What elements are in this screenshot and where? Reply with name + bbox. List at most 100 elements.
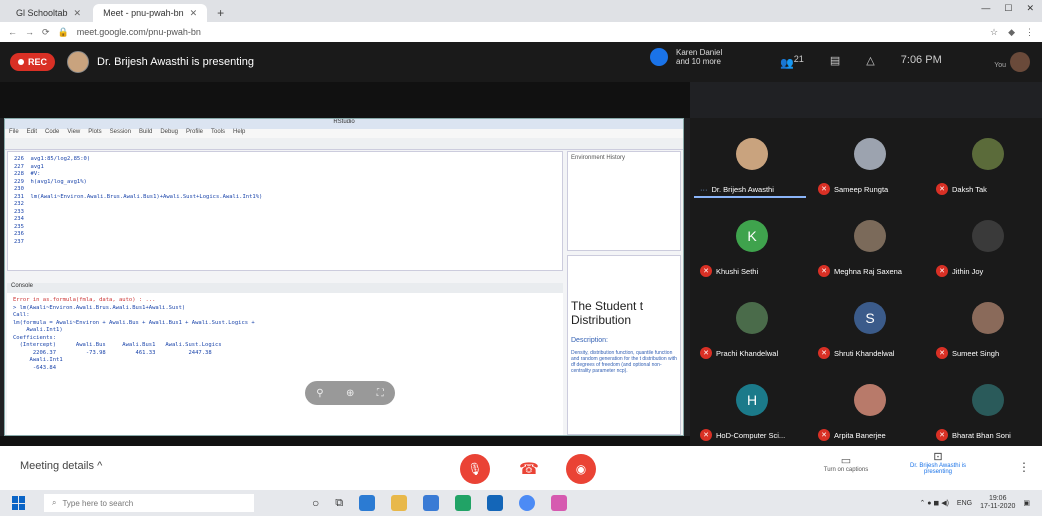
mic-off-icon: ✕ <box>936 347 948 359</box>
new-tab-button[interactable]: + <box>209 4 232 22</box>
forward-icon[interactable]: → <box>25 27 34 37</box>
participant-name-row: ✕ Bharat Bhan Soni <box>936 428 1011 442</box>
participant-tile[interactable]: ✕ Bharat Bhan Soni <box>930 374 1042 456</box>
participant-name: Sameep Rungta <box>834 184 889 194</box>
task-view-icon[interactable]: ⧉ <box>335 497 343 510</box>
mic-off-button[interactable]: 🎙 <box>460 454 490 484</box>
mic-off-icon: ✕ <box>818 183 830 195</box>
close-window-icon[interactable]: ✕ <box>1026 3 1034 14</box>
console-line: Awali.Int1) <box>13 327 63 333</box>
fullscreen-icon[interactable]: ⛶ <box>377 388 384 399</box>
meeting-details-button[interactable]: Meeting details ^ <box>20 460 102 472</box>
close-tab-icon[interactable]: ✕ <box>74 8 82 19</box>
cortana-icon[interactable]: ○ <box>312 496 319 510</box>
code-line: 236 <box>14 231 24 237</box>
clock[interactable]: 19:06 17-11-2020 <box>980 495 1015 511</box>
participant-count: 21 <box>793 54 804 64</box>
maximize-icon[interactable]: ☐ <box>1004 3 1012 14</box>
code-line: 234 <box>14 216 24 222</box>
participant-tile[interactable]: ··· Dr. Brijesh Awasthi <box>694 128 812 210</box>
help-description-heading: Description: <box>571 337 608 344</box>
browser-tab-2[interactable]: Meet - pnu-pwah-bn ✕ <box>93 4 208 22</box>
participant-avatar: K <box>736 220 768 252</box>
presentation-margin-bottom <box>0 436 690 446</box>
end-call-button[interactable]: ☎ <box>514 454 544 484</box>
chrome-icon[interactable] <box>519 495 536 511</box>
clock-time: 7:06 PM <box>900 54 942 66</box>
taskbar-search[interactable]: ⌕ Type here to search <box>44 494 254 512</box>
extension-icon[interactable]: ◆ <box>1008 27 1015 38</box>
participant-tile[interactable]: ✕ Jithin Joy <box>930 210 1042 292</box>
participant-tile[interactable]: S ✕ Shruti Khandelwal <box>812 292 930 374</box>
participant-tile[interactable]: H ✕ HoD-Computer Sci... <box>694 374 812 456</box>
zoom-icon[interactable]: ⊕ <box>346 388 354 399</box>
other-participants[interactable]: Karen Daniel and 10 more <box>650 48 722 66</box>
star-icon[interactable]: ☆ <box>990 27 998 38</box>
speaking-icon: ··· <box>700 184 708 194</box>
language-indicator[interactable]: ENG <box>957 500 972 507</box>
participant-avatar <box>736 138 768 170</box>
participant-avatar <box>972 138 1004 170</box>
meeting-details-label: Meeting details <box>20 460 94 472</box>
rstudio-toolbar <box>5 138 683 150</box>
notification-icon[interactable]: ▣ <box>1023 499 1030 507</box>
clock-date: 17-11-2020 <box>980 503 1016 510</box>
participant-tile[interactable]: ✕ Sumeet Singh <box>930 292 1042 374</box>
file-explorer-icon[interactable] <box>391 495 408 511</box>
you-label: You <box>994 62 1006 69</box>
window-controls: — ☐ ✕ <box>981 3 1034 14</box>
participant-name-row: ✕ Prachi Khandelwal <box>700 346 778 360</box>
captions-button[interactable]: ▭ Turn on captions <box>820 454 872 473</box>
self-avatar[interactable] <box>1010 52 1030 72</box>
app-icon[interactable] <box>551 495 568 511</box>
participant-name-row: ✕ Meghna Raj Saxena <box>818 264 902 278</box>
windows-start-icon[interactable] <box>12 496 26 510</box>
system-tray: ⌃ ● ◼ ◀) ENG 19:06 17-11-2020 ▣ <box>919 495 1030 511</box>
participant-name-row: ✕ Shruti Khandelwal <box>818 346 894 360</box>
browser-tab-1[interactable]: Gl Schooltab ✕ <box>6 4 91 22</box>
store-icon[interactable] <box>423 495 440 511</box>
code-line: 226 avg1:85/log2,85:0) <box>14 156 91 162</box>
rstudio-title: RStudio <box>5 119 683 129</box>
tray-icons[interactable]: ⌃ ● ◼ ◀) <box>919 499 948 507</box>
mic-off-icon: ✕ <box>818 265 830 277</box>
close-tab-icon[interactable]: ✕ <box>190 8 198 19</box>
more-options-icon[interactable]: ⋮ <box>1018 460 1030 474</box>
participant-tile[interactable]: K ✕ Khushi Sethi <box>694 210 812 292</box>
participant-name: Shruti Khandelwal <box>834 348 895 358</box>
participant-name: Meghna Raj Saxena <box>834 266 902 276</box>
participant-tile[interactable]: ✕ Daksh Tak <box>930 128 1042 210</box>
participant-tile[interactable]: ✕ Sameep Rungta <box>812 128 930 210</box>
console-header: Console <box>7 283 563 293</box>
participant-name-row: ✕ Daksh Tak <box>936 182 987 196</box>
presenting-button[interactable]: ⊡ Dr. Brijesh Awasthi is presenting <box>906 450 970 475</box>
participant-name-row: ✕ Khushi Sethi <box>700 264 758 278</box>
people-icon[interactable]: 👥21 <box>780 54 804 70</box>
menu-icon[interactable]: ⋮ <box>1025 27 1034 38</box>
pin-icon[interactable]: ⚲ <box>316 388 323 399</box>
rec-label: REC <box>28 57 48 67</box>
participant-tile[interactable]: ✕ Arpita Banerjee <box>812 374 930 456</box>
minimize-icon[interactable]: — <box>981 3 990 14</box>
participant-tile[interactable]: ✕ Prachi Khandelwal <box>694 292 812 374</box>
participant-avatar <box>854 138 886 170</box>
activities-icon[interactable]: △ <box>866 54 874 70</box>
present-screen-icon: ⊡ <box>933 451 943 463</box>
clock-time: 19:06 <box>988 495 1007 502</box>
outlook-icon[interactable] <box>487 495 504 511</box>
reload-icon[interactable]: ⟳ <box>42 27 50 38</box>
participant-tile[interactable]: ✕ Meghna Raj Saxena <box>812 210 930 292</box>
edge-icon[interactable] <box>359 495 376 511</box>
code-line: 228 #V: <box>14 171 41 177</box>
console-line: Coefficients: <box>13 334 57 341</box>
code-line: 227 avg1 <box>14 163 44 170</box>
back-icon[interactable]: ← <box>8 27 17 37</box>
code-line: 229 h(avg1/log_avg1%) <box>14 178 87 185</box>
excel-icon[interactable] <box>455 495 472 511</box>
active-speaker-indicator <box>694 196 806 198</box>
search-icon: ⌕ <box>52 498 57 507</box>
chat-icon[interactable]: ▤ <box>830 54 840 70</box>
camera-off-button[interactable]: ◉ <box>566 454 596 484</box>
participant-avatar <box>854 220 886 252</box>
url-field[interactable]: meet.google.com/pnu-pwah-bn <box>77 27 201 37</box>
